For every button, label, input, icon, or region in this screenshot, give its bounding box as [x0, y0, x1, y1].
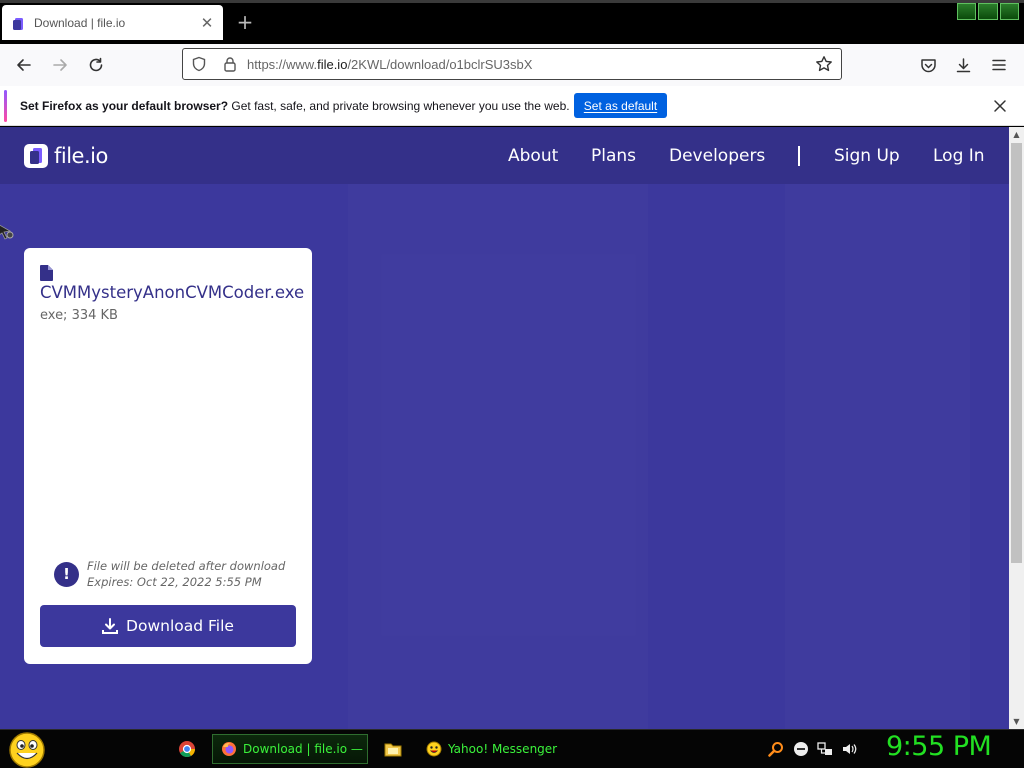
tab-close-icon[interactable]: ✕ [199, 14, 215, 32]
nav-developers[interactable]: Developers [669, 146, 765, 166]
download-icon [102, 618, 119, 634]
file-icon [40, 265, 53, 281]
page-scrollbar[interactable]: ▲ ▼ [1009, 127, 1024, 729]
default-browser-notification: Set Firefox as your default browser? Get… [0, 86, 1024, 126]
tab-download-file-io[interactable]: Download | file.io ✕ [2, 5, 223, 40]
scroll-up-arrow-icon[interactable]: ▲ [1009, 127, 1024, 142]
close-window-button[interactable] [999, 3, 1019, 20]
yahoo-messenger-icon [426, 741, 442, 757]
exclamation-icon: ! [54, 561, 79, 587]
file-download-card: CVMMysteryAnonCVMCoder.exe exe; 334 KB !… [24, 248, 312, 664]
reload-button[interactable] [83, 52, 109, 78]
logo-text: file.io [54, 144, 108, 168]
minimize-button[interactable] [957, 3, 977, 20]
web-page: file.io About Plans Developers Sign Up L… [0, 127, 1009, 729]
tab-title: Download | file.io [34, 15, 126, 30]
deletion-notice: ! File will be deleted after download Exp… [54, 558, 285, 590]
site-logo[interactable]: file.io [24, 144, 108, 168]
smiley-start-icon [9, 732, 45, 768]
taskbar-firefox-label: Download | file.io — ... [243, 742, 368, 756]
lock-icon[interactable] [223, 56, 237, 72]
close-icon [994, 100, 1006, 112]
search-icon[interactable] [768, 741, 784, 757]
folder-quicklaunch-icon[interactable] [384, 740, 402, 758]
os-taskbar: Download | file.io — ... Yahoo! Messenge… [0, 729, 1024, 768]
volume-icon[interactable] [841, 741, 857, 757]
firefox-icon [222, 742, 236, 756]
site-header: file.io About Plans Developers Sign Up L… [0, 127, 1009, 184]
hamburger-menu-icon [992, 59, 1006, 71]
pocket-icon [920, 58, 936, 72]
url-scheme: https://www. [247, 56, 318, 72]
scrollbar-thumb[interactable] [1011, 143, 1022, 563]
file-name: CVMMysteryAnonCVMCoder.exe [40, 283, 305, 302]
nav-log-in[interactable]: Log In [933, 146, 985, 166]
set-as-default-button[interactable]: Set as default [574, 93, 667, 118]
download-file-button[interactable]: Download File [40, 605, 296, 647]
maximize-button[interactable] [978, 3, 998, 20]
nav-sign-up[interactable]: Sign Up [834, 146, 900, 166]
scroll-down-arrow-icon[interactable]: ▼ [1009, 714, 1024, 729]
file-meta: exe; 334 KB [40, 308, 118, 323]
taskbar-clock[interactable]: 9:55 PM [886, 731, 992, 762]
file-io-logo-icon [24, 144, 48, 168]
shield-icon[interactable] [191, 56, 207, 72]
notice-text: File will be deleted after download Expir… [87, 558, 285, 590]
new-tab-button[interactable]: + [233, 10, 257, 34]
url-host: file.io [317, 56, 348, 72]
start-button[interactable] [8, 731, 46, 768]
chrome-quicklaunch-icon[interactable] [178, 740, 196, 758]
window-controls [957, 3, 1019, 20]
nav-separator [798, 146, 800, 166]
url-text[interactable]: https://www.file.io/2KWL/download/o1bclr… [247, 57, 815, 72]
forward-button[interactable] [47, 52, 73, 78]
background-band [785, 184, 970, 729]
taskbar-firefox-window[interactable]: Download | file.io — ... [212, 734, 368, 764]
notification-bold-text: Set Firefox as your default browser? [20, 98, 229, 113]
background-band [348, 184, 648, 729]
nav-plans[interactable]: Plans [591, 146, 636, 166]
back-button[interactable] [11, 52, 37, 78]
window-top-edge [0, 0, 1024, 3]
url-path: /2KWL/download/o1bclrSU3sbX [347, 56, 533, 72]
taskbar-yahoo-label: Yahoo! Messenger [448, 742, 558, 756]
notification-accent [4, 90, 7, 122]
app-menu-button[interactable] [986, 52, 1012, 78]
taskbar-yahoo-messenger[interactable]: Yahoo! Messenger [418, 734, 574, 764]
download-icon [956, 57, 970, 72]
arrow-right-icon [53, 59, 67, 71]
notification-body-text: Get fast, safe, and private browsing whe… [228, 98, 570, 113]
download-button-label: Download File [126, 617, 234, 635]
network-icon[interactable] [817, 741, 833, 757]
browser-tab-strip: Download | file.io ✕ + [0, 0, 1024, 44]
pocket-button[interactable] [915, 52, 941, 78]
file-io-favicon-icon [12, 16, 26, 30]
notice-line-2: Expires: Oct 22, 2022 5:55 PM [87, 575, 262, 589]
mouse-cursor-icon [0, 224, 14, 240]
address-bar[interactable]: https://www.file.io/2KWL/download/o1bclr… [182, 48, 842, 80]
star-icon[interactable] [815, 55, 833, 73]
notice-line-1: File will be deleted after download [87, 559, 286, 573]
status-minus-icon[interactable] [793, 741, 809, 757]
arrow-left-icon [17, 59, 31, 71]
notification-message: Set Firefox as your default browser? Get… [20, 99, 570, 113]
nav-about[interactable]: About [508, 146, 558, 166]
browser-toolbar: https://www.file.io/2KWL/download/o1bclr… [0, 44, 1024, 86]
downloads-button[interactable] [950, 52, 976, 78]
notification-close-button[interactable] [990, 96, 1010, 116]
reload-icon [89, 57, 103, 72]
